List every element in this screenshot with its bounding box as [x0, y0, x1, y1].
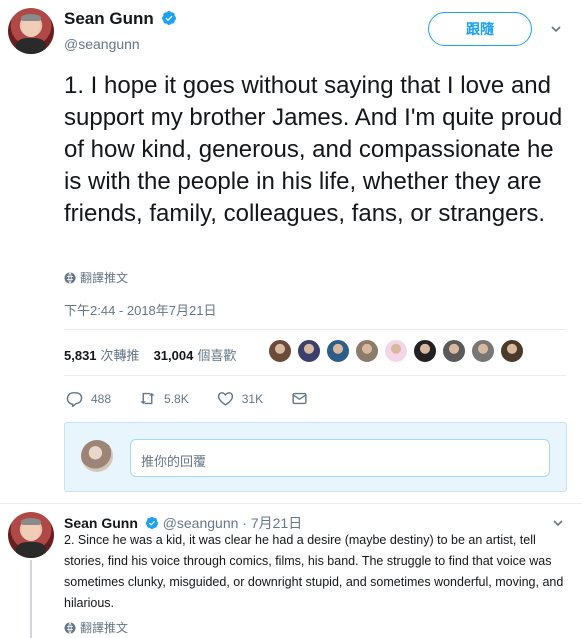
- reply-tweet-text: 2. Since he was a kid, it was clear he h…: [64, 533, 564, 610]
- envelope-icon: [292, 392, 307, 405]
- translate-tweet-link[interactable]: 翻譯推文: [64, 619, 128, 636]
- author-avatar[interactable]: [8, 8, 54, 54]
- divider: [64, 375, 566, 376]
- translate-label: 翻譯推文: [80, 271, 129, 285]
- thread-connector: [30, 560, 32, 638]
- liker-avatar[interactable]: [384, 339, 408, 363]
- translate-label: 翻譯推文: [80, 621, 129, 635]
- current-user-avatar: [81, 440, 113, 472]
- tweet-timestamp[interactable]: 下午2:44 - 2018年7月21日: [64, 300, 216, 319]
- globe-icon: [64, 622, 76, 633]
- liker-avatar[interactable]: [500, 339, 524, 363]
- liker-avatar[interactable]: [413, 339, 437, 363]
- heart-icon: [217, 392, 233, 406]
- globe-icon: [64, 272, 76, 283]
- like-stat[interactable]: 31,004 個喜歡: [154, 345, 237, 364]
- tweet-actions: 488 5.8K 31K: [66, 390, 336, 407]
- like-action[interactable]: 31K: [217, 390, 263, 407]
- chevron-down-icon[interactable]: [551, 24, 561, 34]
- retweet-action[interactable]: 5.8K: [139, 390, 189, 407]
- follow-button[interactable]: 跟隨: [428, 12, 532, 46]
- liker-avatar[interactable]: [442, 339, 466, 363]
- likers-avatars: [268, 339, 524, 363]
- retweet-icon: [140, 392, 155, 405]
- reply-author-name: Sean Gunn: [64, 515, 138, 531]
- liker-avatar[interactable]: [355, 339, 379, 363]
- message-action[interactable]: [291, 390, 308, 407]
- author-handle[interactable]: @seangunn: [64, 36, 140, 52]
- tweet-text: 1. I hope it goes without saying that I …: [64, 72, 563, 227]
- divider: [64, 329, 566, 330]
- chevron-down-icon[interactable]: [553, 518, 563, 528]
- retweet-stat[interactable]: 5,831 次轉推: [64, 345, 140, 364]
- verified-badge-icon: [162, 11, 177, 25]
- translate-tweet-link[interactable]: 翻譯推文: [64, 269, 128, 286]
- liker-avatar[interactable]: [297, 339, 321, 363]
- tweet-stats: 5,831 次轉推 31,004 個喜歡: [64, 345, 236, 364]
- reply-author-avatar[interactable]: [8, 512, 54, 558]
- verified-badge-icon: [145, 516, 158, 530]
- reply-time: · 7月21日: [242, 515, 303, 531]
- liker-avatar[interactable]: [268, 339, 292, 363]
- reply-input[interactable]: 推你的回覆: [130, 439, 550, 477]
- reply-author-handle: @seangunn: [162, 515, 239, 531]
- author-name[interactable]: Sean Gunn: [64, 9, 177, 29]
- reply-composer: 推你的回覆: [64, 422, 567, 492]
- reply-icon: [66, 392, 83, 407]
- liker-avatar[interactable]: [326, 339, 350, 363]
- liker-avatar[interactable]: [471, 339, 495, 363]
- reply-action[interactable]: 488: [66, 390, 111, 407]
